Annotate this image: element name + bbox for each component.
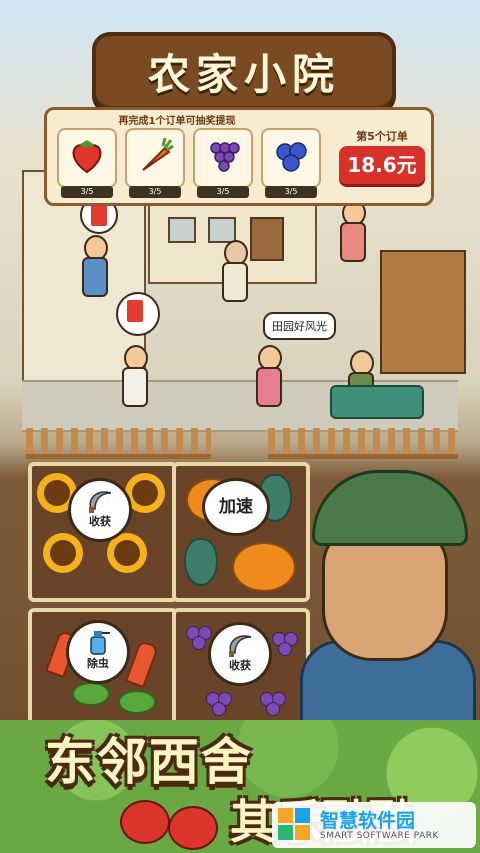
house-window	[208, 217, 236, 243]
blueberry-icon	[276, 142, 307, 172]
game-title: 农家小院	[147, 49, 340, 99]
order-label: 第5个订单	[356, 130, 408, 143]
crop-slot-blueberry[interactable]: 3/5	[261, 128, 321, 198]
crop-progress: 3/5	[197, 186, 249, 198]
watermark-logo-icon	[278, 808, 312, 842]
farmer-cap	[312, 470, 468, 546]
crop-progress: 3/5	[61, 186, 113, 198]
harvest-label: 收获	[229, 659, 251, 672]
strawberry-icon	[72, 140, 102, 174]
crop-slot-strawberry[interactable]: 3/5	[57, 128, 117, 198]
speed-up-button[interactable]: 加速	[202, 478, 270, 536]
harvest-label: 收获	[89, 515, 111, 528]
red-envelope-icon[interactable]	[116, 292, 160, 336]
slogan-line-1: 东邻西舍	[45, 733, 253, 791]
house-door	[250, 217, 284, 261]
order-hint: 再完成1个订单可抽奖提现	[118, 116, 236, 127]
game-title-sign: 农家小院	[92, 32, 396, 110]
game-scene: 田园好风光 农家小院 再完成1个订单可抽奖提现 3/5 3/5 3/5 3/5 …	[0, 0, 480, 853]
crop-slot-carrot[interactable]: 3/5	[125, 128, 185, 198]
sickle-icon	[229, 635, 252, 657]
carrot-icon	[142, 137, 174, 171]
order-reward-button[interactable]: 18.6元	[339, 146, 425, 184]
wooden-shed	[380, 250, 466, 374]
sickle-icon	[89, 491, 112, 513]
fence-right	[268, 428, 458, 459]
order-panel: 再完成1个订单可抽奖提现 3/5 3/5 3/5 3/5 第5个订单 18.6元	[44, 107, 434, 206]
harvest-button[interactable]: 收获	[208, 622, 272, 686]
spray-bottle-icon	[90, 631, 110, 655]
pest-control-label: 除虫	[87, 657, 109, 670]
grape-icon	[210, 142, 240, 172]
tomato-icon	[120, 800, 170, 844]
tricycle	[330, 385, 424, 419]
house-window	[168, 217, 196, 243]
tomato-icon	[168, 806, 218, 850]
watermark-sub: SMART SOFTWARE PARK	[320, 831, 439, 841]
watermark-name: 智慧软件园	[320, 810, 416, 832]
watermark: 智慧软件园 SMART SOFTWARE PARK	[272, 802, 476, 848]
harvest-button[interactable]: 收获	[68, 478, 132, 542]
crop-progress: 3/5	[129, 186, 181, 198]
pest-control-button[interactable]: 除虫	[66, 620, 130, 684]
speech-bubble: 田园好风光	[263, 312, 336, 340]
fence-left	[26, 428, 211, 459]
crop-slot-grape[interactable]: 3/5	[193, 128, 253, 198]
crop-progress: 3/5	[265, 186, 317, 198]
